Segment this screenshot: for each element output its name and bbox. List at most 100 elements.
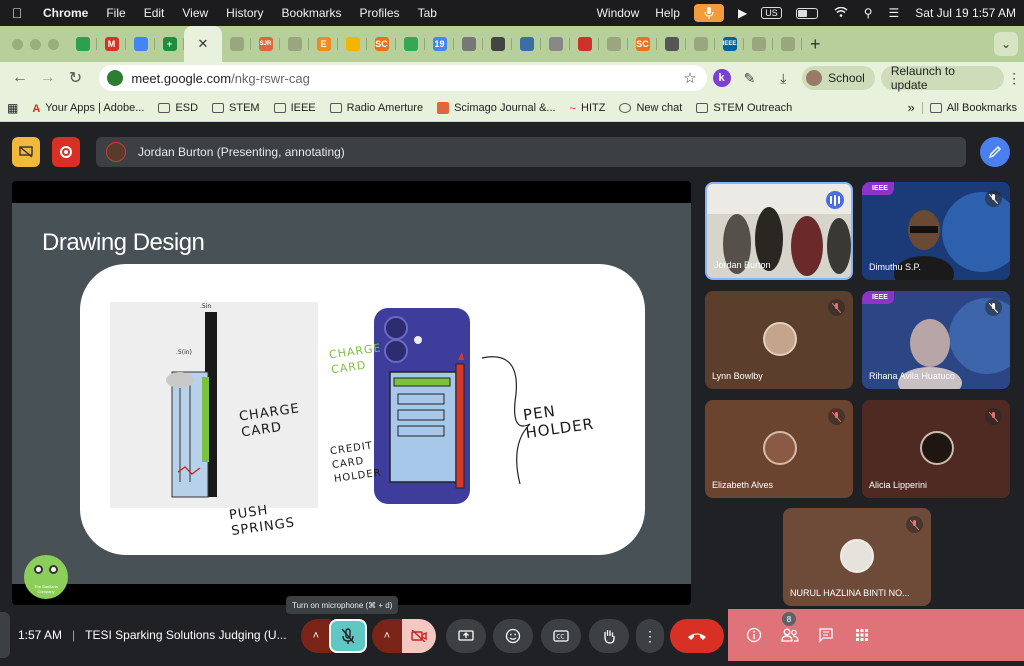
menu-view[interactable]: View bbox=[173, 6, 217, 20]
side-panel-handle[interactable] bbox=[0, 612, 10, 658]
address-bar[interactable]: meet.google.com /nkg-rswr-cag ☆ bbox=[99, 65, 707, 91]
mic-in-use-icon[interactable] bbox=[693, 4, 724, 22]
audio-settings-chevron-icon[interactable]: ˄ bbox=[301, 619, 331, 653]
menu-app-chrome[interactable]: Chrome bbox=[34, 6, 97, 20]
relaunch-to-update-button[interactable]: Relaunch to update bbox=[880, 64, 1005, 92]
close-window-button[interactable] bbox=[12, 38, 23, 50]
participant-tile-alicia[interactable]: Alicia Lipperini bbox=[862, 400, 1010, 498]
back-arrow-icon[interactable]: ← bbox=[6, 69, 34, 87]
bookmark-stem[interactable]: STEM bbox=[205, 102, 267, 114]
browser-tab[interactable] bbox=[454, 32, 483, 56]
browser-tab[interactable]: SC bbox=[628, 32, 657, 56]
browser-tab[interactable] bbox=[126, 32, 155, 56]
shared-screen[interactable]: Drawing Design .5in .5(in) CHARGE CARD P… bbox=[12, 181, 691, 605]
reactions-button[interactable] bbox=[493, 619, 533, 653]
menu-history[interactable]: History bbox=[217, 6, 272, 20]
minimize-window-button[interactable] bbox=[30, 38, 41, 50]
raise-hand-button[interactable] bbox=[589, 619, 629, 653]
spotlight-search-icon[interactable]: ⚲ bbox=[856, 6, 881, 20]
present-screen-button[interactable] bbox=[446, 619, 486, 653]
browser-tab[interactable] bbox=[657, 32, 686, 56]
microphone-toggle-button[interactable] bbox=[329, 619, 367, 653]
profile-chip[interactable]: School bbox=[802, 66, 875, 90]
wifi-icon[interactable] bbox=[826, 6, 856, 20]
forward-arrow-icon[interactable]: → bbox=[34, 69, 62, 87]
chrome-menu-icon[interactable]: ⋮ bbox=[1004, 70, 1024, 87]
camera-toggle-button[interactable] bbox=[402, 619, 436, 653]
browser-tab[interactable]: 19 bbox=[425, 32, 454, 56]
download-icon[interactable]: ⤓ bbox=[770, 70, 796, 87]
browser-tab[interactable]: SJR bbox=[251, 32, 280, 56]
browser-tab[interactable] bbox=[773, 32, 802, 56]
menu-help[interactable]: Help bbox=[647, 6, 688, 20]
bookmark-esd[interactable]: ESD bbox=[151, 102, 205, 114]
close-tab-icon[interactable]: ✕ bbox=[198, 36, 209, 52]
bookmark-adobe[interactable]: A Your Apps | Adobe... bbox=[25, 102, 151, 115]
more-options-button[interactable]: ⋮ bbox=[636, 619, 664, 653]
bookmark-hitz[interactable]: ~ HITZ bbox=[563, 102, 613, 115]
browser-tab[interactable] bbox=[68, 32, 97, 56]
participant-tile-jordan[interactable]: Jordan Burton bbox=[705, 182, 853, 280]
tab-search-chevron-icon[interactable]: ⌄ bbox=[994, 32, 1018, 56]
new-tab-button[interactable]: + bbox=[810, 34, 821, 55]
participant-tile-elizabeth[interactable]: Elizabeth Alves bbox=[705, 400, 853, 498]
apple-icon[interactable]:  bbox=[0, 5, 34, 21]
zoom-window-button[interactable] bbox=[48, 38, 59, 50]
hide-self-view-button[interactable] bbox=[12, 137, 40, 167]
menu-tab[interactable]: Tab bbox=[409, 6, 446, 20]
recording-button[interactable] bbox=[52, 137, 80, 167]
browser-tab[interactable] bbox=[338, 32, 367, 56]
browser-tab[interactable]: M bbox=[97, 32, 126, 56]
all-bookmarks[interactable]: All Bookmarks bbox=[921, 101, 1024, 114]
browser-tab[interactable] bbox=[686, 32, 715, 56]
browser-tab[interactable] bbox=[222, 32, 251, 56]
extension-k-icon[interactable]: k bbox=[712, 69, 731, 87]
browser-tab[interactable] bbox=[570, 32, 599, 56]
bookmarks-overflow-button[interactable]: » bbox=[900, 100, 921, 115]
leave-call-button[interactable] bbox=[670, 619, 724, 653]
active-tab-meet[interactable]: ✕ bbox=[184, 26, 222, 62]
extensions-puzzle-icon[interactable]: ✎ bbox=[737, 70, 763, 87]
menubar-datetime[interactable]: Sat Jul 19 1:57 AM bbox=[907, 6, 1024, 20]
bookmark-radio[interactable]: Radio Amerture bbox=[323, 102, 430, 114]
browser-tab[interactable] bbox=[541, 32, 570, 56]
activities-button[interactable] bbox=[844, 617, 880, 653]
bookmark-ieee[interactable]: IEEE bbox=[267, 102, 323, 114]
bookmark-star-icon[interactable]: ☆ bbox=[683, 69, 696, 87]
browser-tab[interactable] bbox=[744, 32, 773, 56]
control-center-icon[interactable]: ☰ bbox=[881, 6, 908, 20]
reload-icon[interactable]: ↻ bbox=[62, 68, 90, 88]
annotate-pen-button[interactable] bbox=[980, 137, 1010, 167]
participant-tile-nurul[interactable]: NURUL HAZLINA BINTI NO... bbox=[783, 508, 931, 606]
menu-file[interactable]: File bbox=[97, 6, 134, 20]
bookmark-new-chat[interactable]: New chat bbox=[612, 102, 689, 114]
battery-icon[interactable] bbox=[795, 7, 818, 19]
captions-button[interactable]: CC bbox=[541, 619, 581, 653]
site-mic-indicator-icon[interactable] bbox=[107, 70, 124, 86]
participant-tile-rihana[interactable]: IEEE Rihana Avila Huatuco bbox=[862, 291, 1010, 389]
meeting-details-button[interactable] bbox=[736, 617, 772, 653]
participant-tile-lynn[interactable]: Lynn Bowlby bbox=[705, 291, 853, 389]
browser-tab[interactable]: + bbox=[155, 32, 184, 56]
keyboard-input-indicator[interactable]: US bbox=[761, 7, 782, 19]
menu-window[interactable]: Window bbox=[589, 6, 648, 20]
bookmark-scimago[interactable]: Scimago Journal &... bbox=[430, 101, 563, 114]
menu-edit[interactable]: Edit bbox=[135, 6, 174, 20]
play-icon[interactable]: ▶ bbox=[730, 6, 755, 20]
apps-grid-icon[interactable]: ▦ bbox=[0, 101, 25, 115]
menu-bookmarks[interactable]: Bookmarks bbox=[273, 6, 351, 20]
chat-button[interactable] bbox=[808, 617, 844, 653]
browser-tab[interactable] bbox=[599, 32, 628, 56]
participant-tile-dimuthu[interactable]: IEEE Dimuthu S.P. bbox=[862, 182, 1010, 280]
bookmark-stem-outreach[interactable]: STEM Outreach bbox=[689, 102, 799, 114]
browser-tab[interactable] bbox=[396, 32, 425, 56]
video-settings-chevron-icon[interactable]: ˄ bbox=[372, 619, 402, 653]
browser-tab[interactable]: IEEE bbox=[715, 32, 744, 56]
people-button[interactable]: 8 bbox=[772, 612, 808, 653]
browser-tab[interactable] bbox=[483, 32, 512, 56]
browser-tab[interactable] bbox=[280, 32, 309, 56]
browser-tab[interactable] bbox=[512, 32, 541, 56]
menu-profiles[interactable]: Profiles bbox=[351, 6, 409, 20]
browser-tab[interactable]: E bbox=[309, 32, 338, 56]
browser-tab[interactable]: SC bbox=[367, 32, 396, 56]
